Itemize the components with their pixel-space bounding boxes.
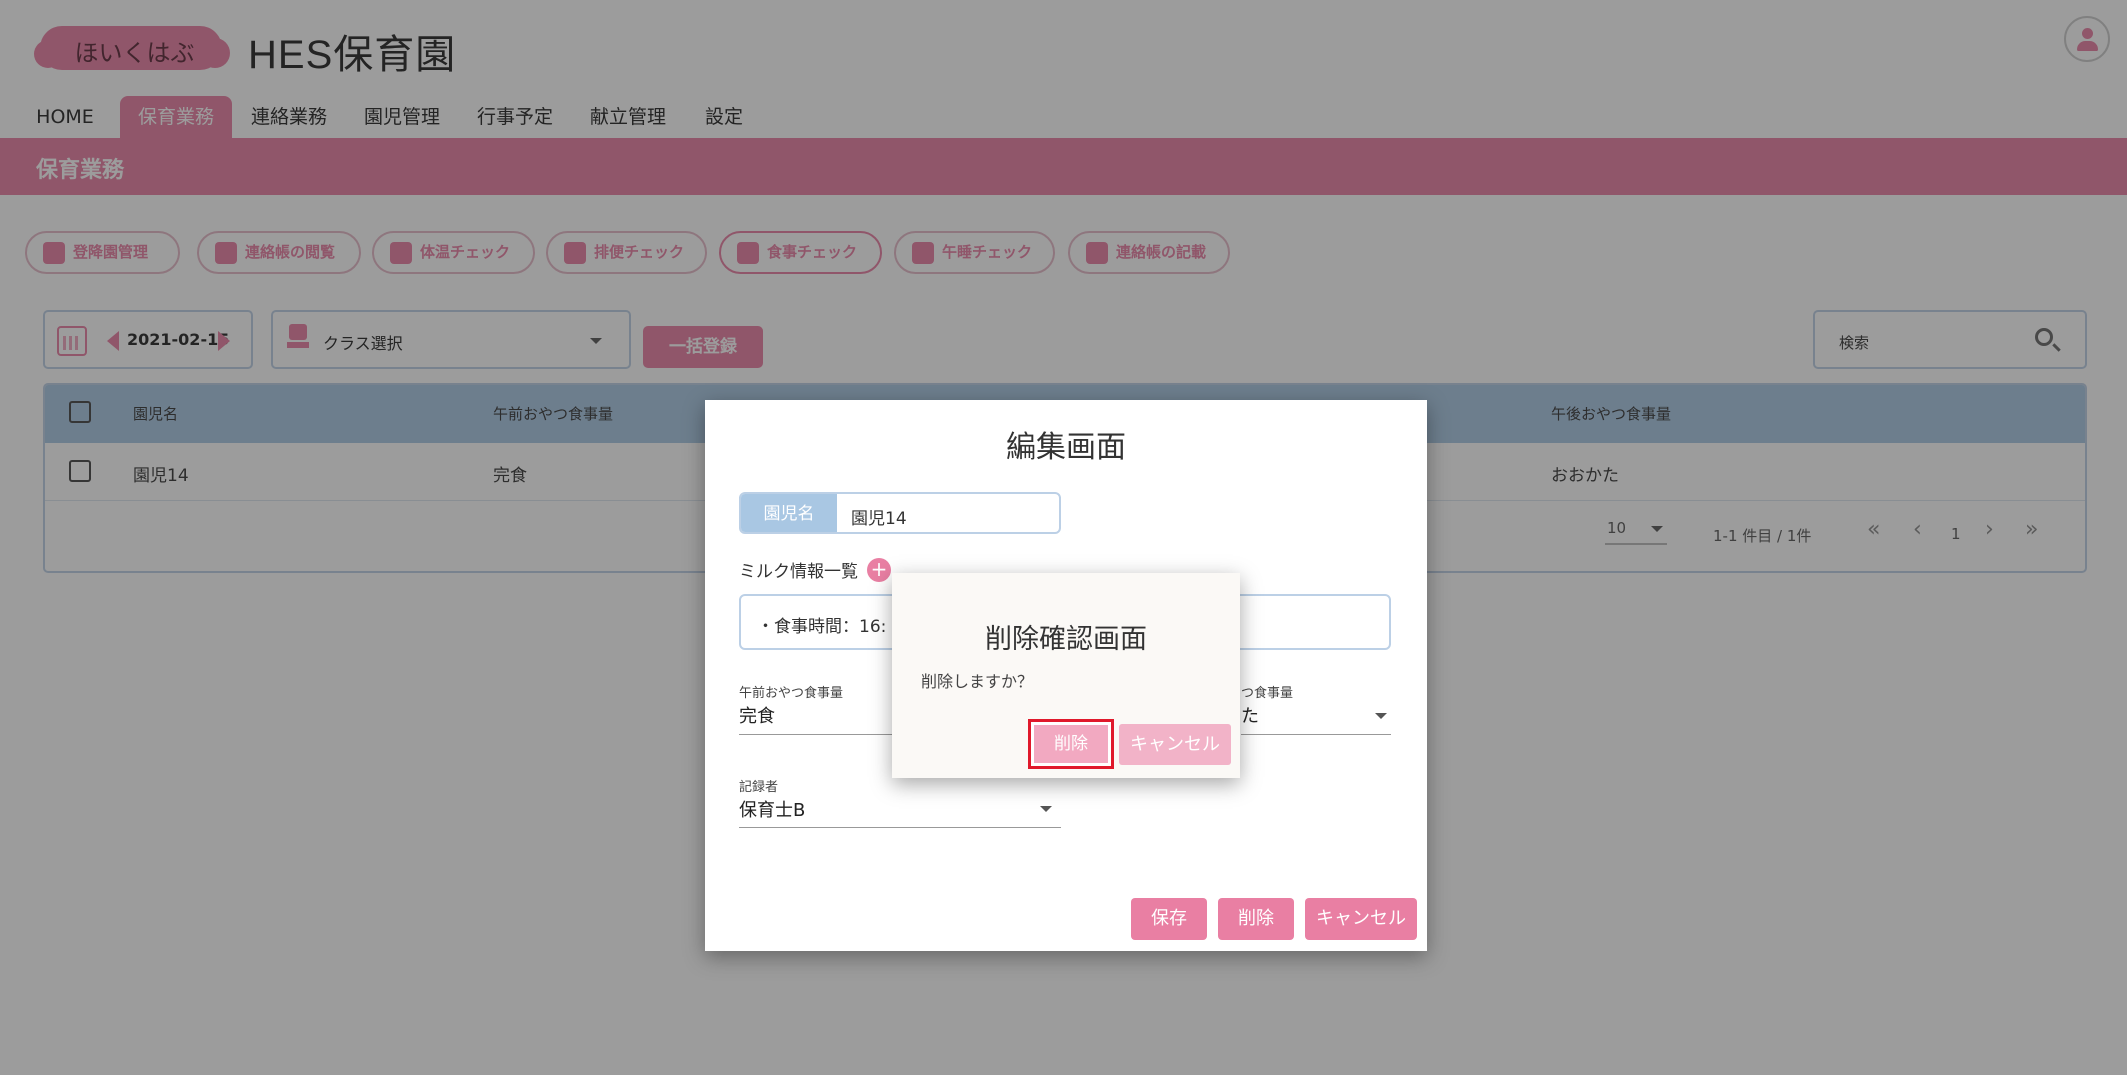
child-name-field: 園児名 園児14 [739,492,1061,534]
child-name-label: 園児名 [741,494,837,532]
pm-snack-label: つ食事量 [1241,686,1294,701]
confirm-delete-label: 削除 [1034,725,1108,763]
pm-snack-underline [1241,734,1391,735]
delete-button[interactable]: 削除 [1218,898,1294,940]
confirm-cancel-button[interactable]: キャンセル [1119,724,1231,765]
chevron-down-icon [1375,713,1387,719]
confirm-dialog-message: 削除しますか？ [921,672,1034,691]
delete-confirm-dialog: 削除確認画面 削除しますか？ 削除 キャンセル [892,573,1240,778]
recorder-label: 記録者 [739,780,779,795]
pm-snack-select[interactable]: た [1241,702,1259,728]
milk-list-label: ミルク情報一覧 [739,562,858,582]
recorder-select[interactable]: 保育士B [739,796,805,822]
save-button[interactable]: 保存 [1131,898,1207,940]
child-name-value: 園児14 [851,509,907,529]
milk-item: ・食事時間：16: [757,617,887,637]
recorder-underline [739,827,1061,828]
edit-modal-title: 編集画面 [1006,430,1126,465]
confirm-delete-button[interactable]: 削除 [1028,719,1114,769]
add-milk-icon[interactable]: + [867,558,891,582]
cancel-button[interactable]: キャンセル [1305,898,1417,940]
confirm-dialog-title: 削除確認画面 [985,624,1147,655]
am-snack-label: 午前おやつ食事量 [739,686,844,701]
chevron-down-icon [1040,806,1052,812]
am-snack-select[interactable]: 完食 [739,702,775,728]
